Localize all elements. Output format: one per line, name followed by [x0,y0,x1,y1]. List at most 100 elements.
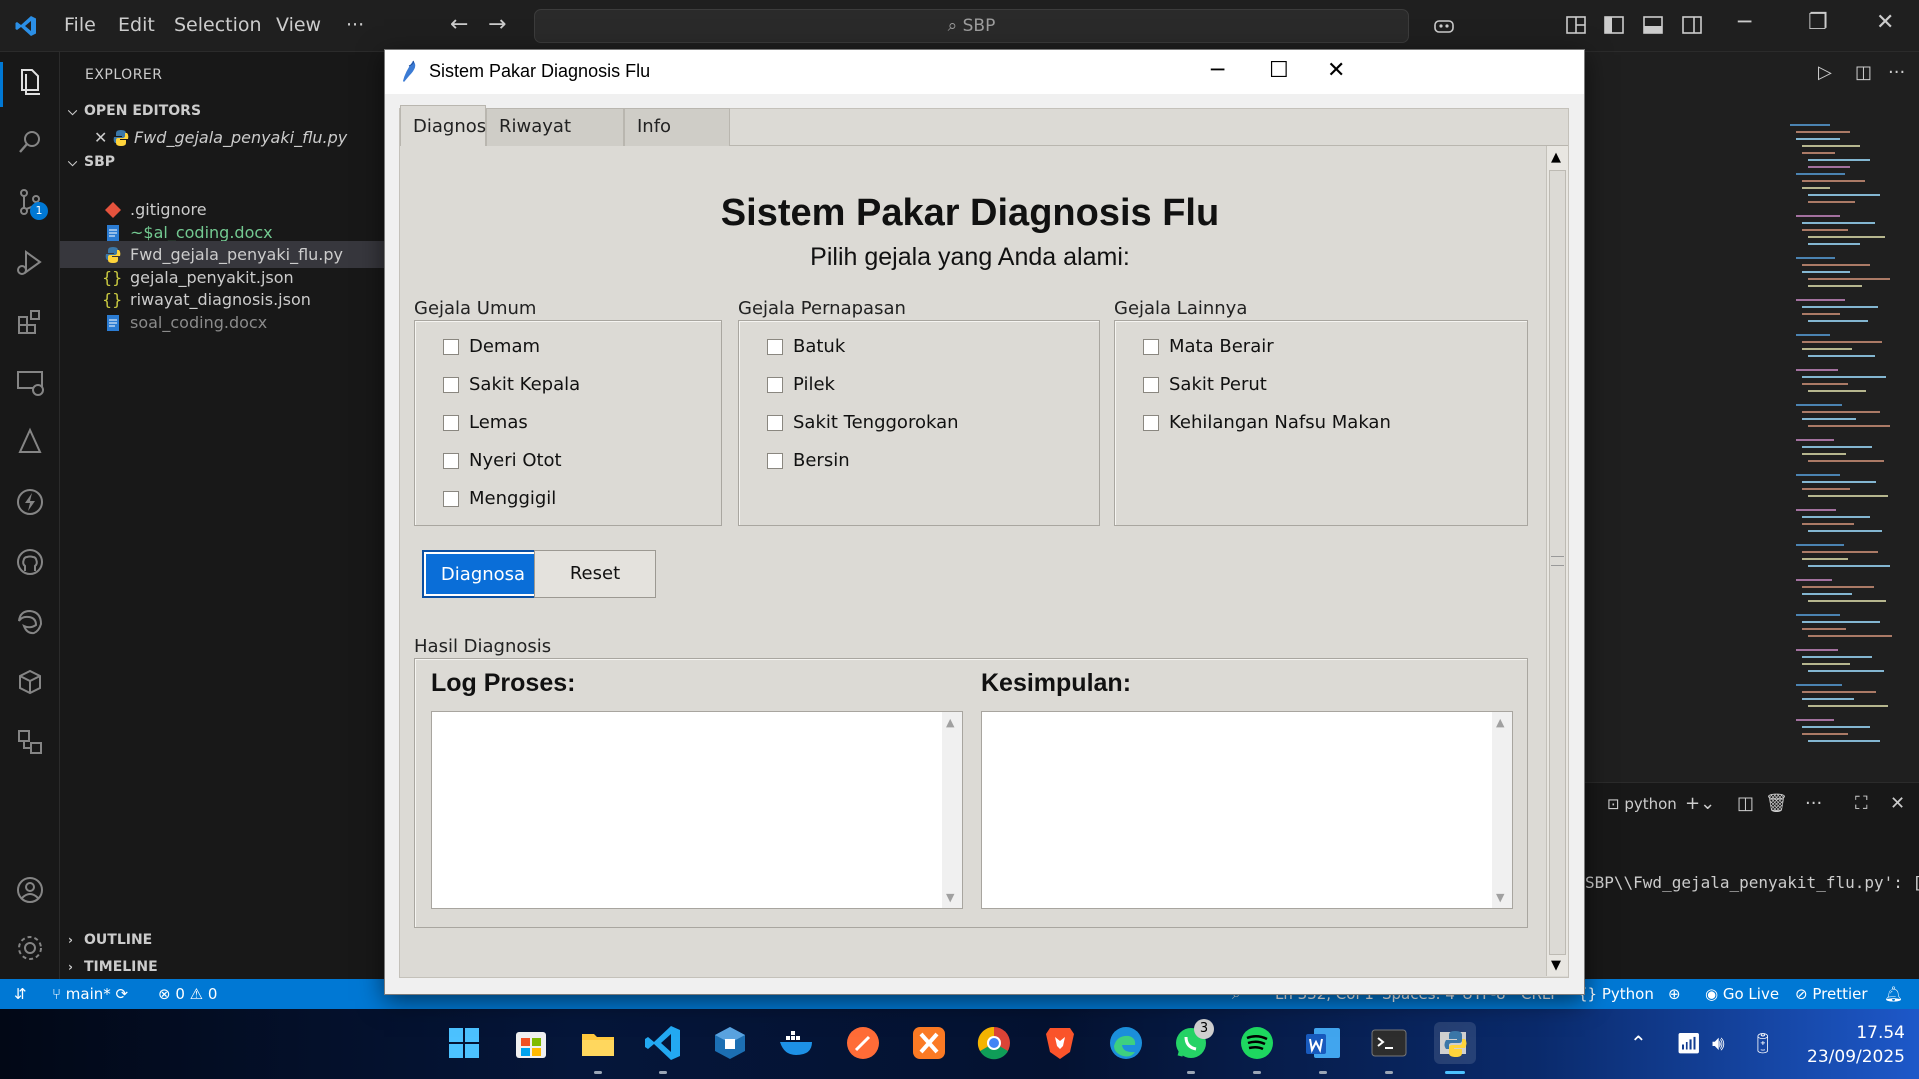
diagnose-button[interactable]: Diagnosa [422,550,544,598]
checkbox-square[interactable] [443,377,459,393]
chevron-up-icon[interactable]: ⌃ [1630,1031,1647,1055]
menu-selection[interactable]: Selection [174,14,262,36]
azure-icon[interactable] [12,424,48,460]
notifications-bell-icon[interactable]: 🔔︎ [1884,985,1903,1003]
more-actions-icon[interactable]: ··· [1888,62,1905,83]
file-item-soal-docx[interactable]: soal_coding.docx [60,309,385,336]
virtualbox-icon[interactable] [709,1022,751,1064]
back-arrow-icon[interactable]: ← [450,12,468,37]
run-debug-icon[interactable] [12,244,48,280]
containers-icon[interactable] [12,664,48,700]
maximize-panel-icon[interactable]: ⛶ [1855,793,1868,814]
more-terminal-icon[interactable]: ··· [1805,793,1822,814]
menu-file[interactable]: File [64,14,96,36]
timeline-section[interactable]: › TIMELINE [60,954,385,980]
app-maximize-icon[interactable]: ☐ [1269,58,1289,83]
checkbox-square[interactable] [443,339,459,355]
log-scrollbar[interactable]: ▲ ▼ [942,712,962,908]
search-sidebar-icon[interactable] [12,124,48,160]
app-minimize-icon[interactable]: ─ [1211,58,1224,83]
main-scrollbar[interactable]: ▲ ▼ [1546,146,1568,976]
run-file-icon[interactable]: ▷ [1818,62,1832,83]
branch-status[interactable]: ⑂ main* ⟳ [52,985,128,1003]
checkbox-square[interactable] [1143,415,1159,431]
checkbox-square[interactable] [767,415,783,431]
windows-start-icon[interactable] [443,1022,485,1064]
go-live-status[interactable]: ◉ Go Live [1705,985,1779,1003]
scroll-up-icon[interactable]: ▲ [1496,716,1504,729]
postman-icon[interactable] [842,1022,884,1064]
minimize-icon[interactable]: ─ [1738,10,1751,35]
database-icon[interactable] [12,724,48,760]
conclusion-scrollbar[interactable]: ▲ ▼ [1492,712,1512,908]
language-status[interactable]: {} Python [1578,985,1654,1003]
log-textarea[interactable]: ▲ ▼ [431,711,963,909]
lightning-icon[interactable] [12,484,48,520]
prettier-status[interactable]: ⊘ Prettier [1795,985,1868,1003]
menu-more[interactable]: ··· [346,14,364,36]
explorer-icon[interactable] [12,64,48,100]
copilot-status-icon[interactable]: ⊕ [1668,985,1681,1003]
kill-terminal-icon[interactable]: 🗑 [1765,793,1788,814]
close-editor-icon[interactable]: ✕ [94,124,112,147]
problems-status[interactable]: ⊗ 0 ⚠ 0 [158,985,217,1003]
vscode-taskbar-icon[interactable] [642,1022,684,1064]
settings-gear-icon[interactable] [12,930,48,966]
python-app-icon[interactable] [1434,1022,1476,1064]
conclusion-textarea[interactable]: ▲ ▼ [981,711,1513,909]
docker-icon[interactable] [776,1022,818,1064]
checkbox-square[interactable] [443,453,459,469]
scroll-down-icon[interactable]: ▼ [1551,958,1561,973]
remote-explorer-icon[interactable] [12,364,48,400]
terminal-icon[interactable] [1368,1022,1410,1064]
tab-diagnosis[interactable]: Diagnosis [400,105,501,147]
xampp-icon[interactable] [908,1022,950,1064]
microsoft-store-icon[interactable] [510,1022,552,1064]
accounts-icon[interactable] [12,872,48,908]
open-editors-section[interactable]: ⌵ OPEN EDITORS [60,98,385,124]
toggle-panel-icon[interactable] [1641,13,1665,37]
close-icon[interactable]: ✕ [1876,10,1894,35]
close-panel-icon[interactable]: ✕ [1890,793,1905,814]
copilot-icon[interactable] [1432,13,1456,37]
file-explorer-icon[interactable] [577,1022,619,1064]
checkbox-square[interactable] [443,491,459,507]
wifi-icon[interactable]: 📶︎ [1676,1031,1701,1055]
clock[interactable]: 17.54 23/09/2025 [1795,1021,1905,1069]
restore-icon[interactable]: ❐ [1808,10,1828,35]
battery-icon[interactable]: 🔋︎ [1750,1031,1775,1055]
extensions-icon[interactable] [12,304,48,340]
brave-icon[interactable] [1039,1022,1081,1064]
checkbox-square[interactable] [1143,377,1159,393]
checkbox-square[interactable] [767,377,783,393]
scroll-up-icon[interactable]: ▲ [946,716,954,729]
customize-layout-icon[interactable] [1564,13,1588,37]
scroll-down-icon[interactable]: ▼ [1496,891,1504,904]
spotify-icon[interactable] [1236,1022,1278,1064]
checkbox-square[interactable] [767,453,783,469]
workspace-section[interactable]: ⌵ SBP [60,149,385,175]
open-editor-item[interactable]: ✕ Fwd_gejala_penyaki_flu.py [60,124,385,151]
terminal-tab[interactable]: ⊡ python [1607,795,1677,813]
checkbox-square[interactable] [443,415,459,431]
chrome-icon[interactable] [973,1022,1015,1064]
edge-devtools-icon[interactable] [12,604,48,640]
menu-edit[interactable]: Edit [118,14,155,36]
app-close-icon[interactable]: ✕ [1327,58,1345,83]
toggle-sidebar-icon[interactable] [1602,13,1626,37]
edge-icon[interactable] [1105,1022,1147,1064]
command-center-search[interactable]: ⌕ SBP [534,9,1409,43]
menu-view[interactable]: View [276,14,321,36]
split-editor-icon[interactable]: ◫ [1855,62,1872,83]
remote-indicator-icon[interactable]: ⇵ [14,985,27,1003]
checkbox-square[interactable] [1143,339,1159,355]
tab-info-penyakit[interactable]: Info Penyakit [624,108,730,173]
toggle-secondary-sidebar-icon[interactable] [1680,13,1704,37]
new-terminal-icon[interactable]: +⌄ [1685,793,1715,814]
volume-icon[interactable]: 🔊︎ [1712,1031,1725,1055]
word-icon[interactable] [1302,1022,1344,1064]
scroll-up-icon[interactable]: ▲ [1551,150,1561,165]
outline-section[interactable]: › OUTLINE [60,927,385,953]
reset-button[interactable]: Reset [534,550,656,598]
scroll-down-icon[interactable]: ▼ [946,891,954,904]
